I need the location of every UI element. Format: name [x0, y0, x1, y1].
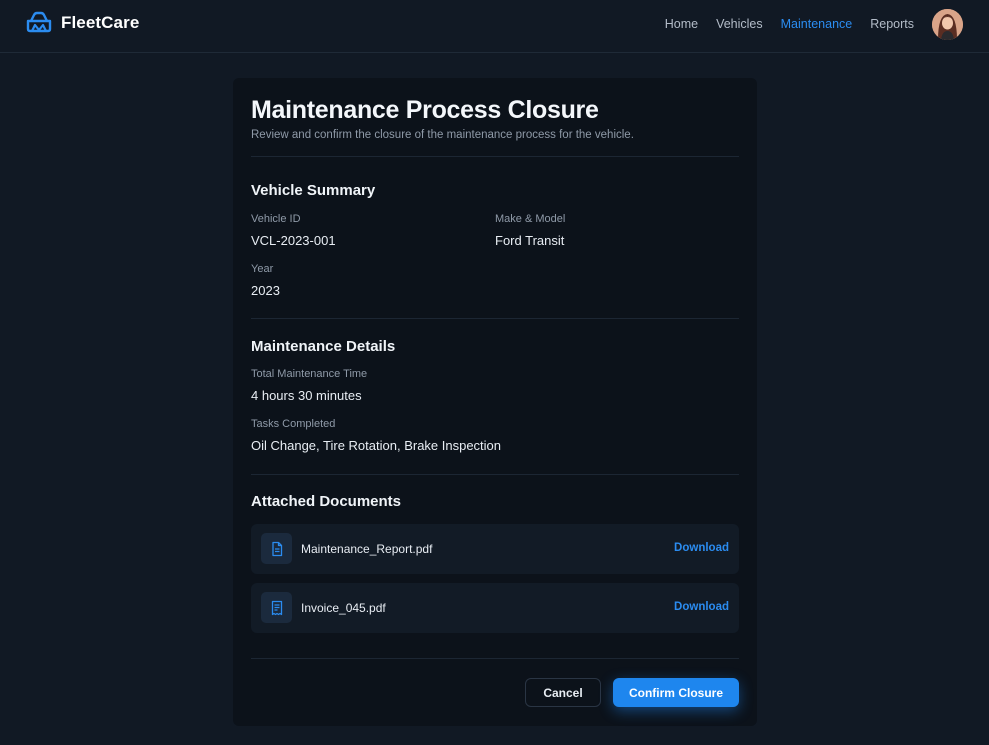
- document-name: Maintenance_Report.pdf: [301, 542, 433, 556]
- avatar-portrait-icon: [932, 9, 963, 40]
- receipt-icon: [261, 592, 292, 623]
- brand-name: FleetCare: [61, 13, 140, 32]
- document-icon: [261, 533, 292, 564]
- make-model-label: Make & Model: [495, 213, 566, 225]
- confirm-closure-button[interactable]: Confirm Closure: [613, 678, 739, 707]
- document-item: Maintenance_Report.pdf Download: [251, 524, 739, 574]
- download-link[interactable]: Download: [674, 601, 729, 613]
- nav-reports[interactable]: Reports: [870, 16, 914, 32]
- download-link[interactable]: Download: [674, 542, 729, 554]
- make-model-value: Ford Transit: [495, 233, 565, 248]
- year-value: 2023: [251, 283, 280, 298]
- vehicle-summary-heading: Vehicle Summary: [251, 182, 376, 199]
- cancel-button[interactable]: Cancel: [525, 678, 601, 707]
- year-label: Year: [251, 263, 274, 275]
- page-subtitle: Review and confirm the closure of the ma…: [251, 129, 634, 141]
- document-item: Invoice_045.pdf Download: [251, 583, 739, 633]
- attached-documents-heading: Attached Documents: [251, 493, 402, 510]
- main-nav: Home Vehicles Maintenance Reports: [647, 16, 914, 32]
- nav-home[interactable]: Home: [665, 16, 698, 32]
- divider: [251, 318, 739, 319]
- vehicle-id-label: Vehicle ID: [251, 213, 301, 225]
- divider: [251, 474, 739, 475]
- user-avatar[interactable]: [932, 9, 963, 40]
- nav-maintenance[interactable]: Maintenance: [781, 16, 853, 32]
- brand[interactable]: FleetCare: [26, 11, 139, 35]
- closure-card: Maintenance Process Closure Review and c…: [233, 78, 757, 726]
- car-logo-icon: [26, 11, 52, 33]
- page-title: Maintenance Process Closure: [251, 96, 599, 124]
- vehicle-id-value: VCL-2023-001: [251, 233, 336, 248]
- divider: [251, 658, 739, 659]
- maintenance-details-heading: Maintenance Details: [251, 338, 396, 355]
- total-time-label: Total Maintenance Time: [251, 368, 368, 380]
- total-time-value: 4 hours 30 minutes: [251, 388, 362, 403]
- tasks-completed-value: Oil Change, Tire Rotation, Brake Inspect…: [251, 438, 502, 453]
- top-navigation-bar: FleetCare Home Vehicles Maintenance Repo…: [0, 0, 989, 53]
- tasks-completed-label: Tasks Completed: [251, 418, 336, 430]
- document-name: Invoice_045.pdf: [301, 601, 386, 615]
- nav-vehicles[interactable]: Vehicles: [716, 16, 763, 32]
- divider: [251, 156, 739, 157]
